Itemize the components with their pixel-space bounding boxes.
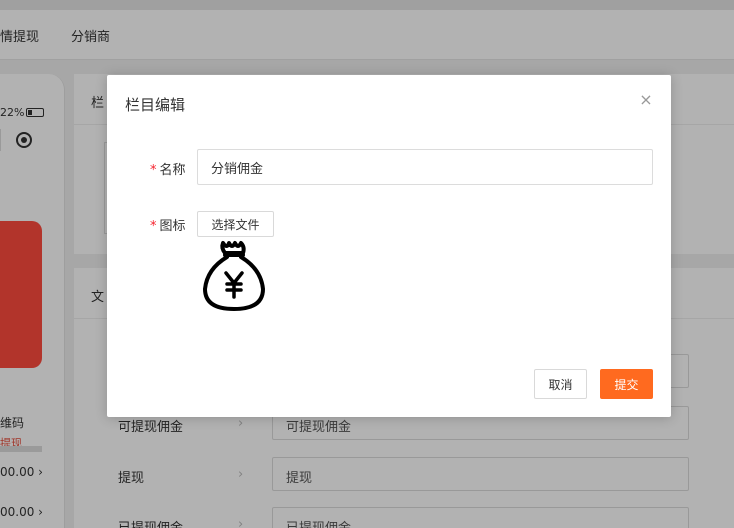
required-mark: *	[150, 163, 157, 178]
required-mark: *	[150, 219, 157, 234]
submit-button[interactable]: 提交	[600, 369, 653, 399]
cancel-button[interactable]: 取消	[534, 369, 587, 399]
icon-field-label: * 图标	[150, 215, 186, 234]
dialog-title: 栏目编辑	[125, 96, 186, 114]
name-field-label: * 名称	[150, 159, 186, 178]
icon-label-text: 图标	[159, 219, 186, 234]
choose-file-button[interactable]: 选择文件	[197, 211, 274, 237]
close-icon[interactable]: ×	[637, 91, 655, 109]
name-input[interactable]	[197, 149, 653, 185]
money-bag-yen-icon	[203, 241, 265, 311]
column-edit-dialog: 栏目编辑 × *名称 *图标 选择文件 取消 提交	[107, 75, 671, 417]
name-label-text: 名称	[159, 163, 186, 178]
